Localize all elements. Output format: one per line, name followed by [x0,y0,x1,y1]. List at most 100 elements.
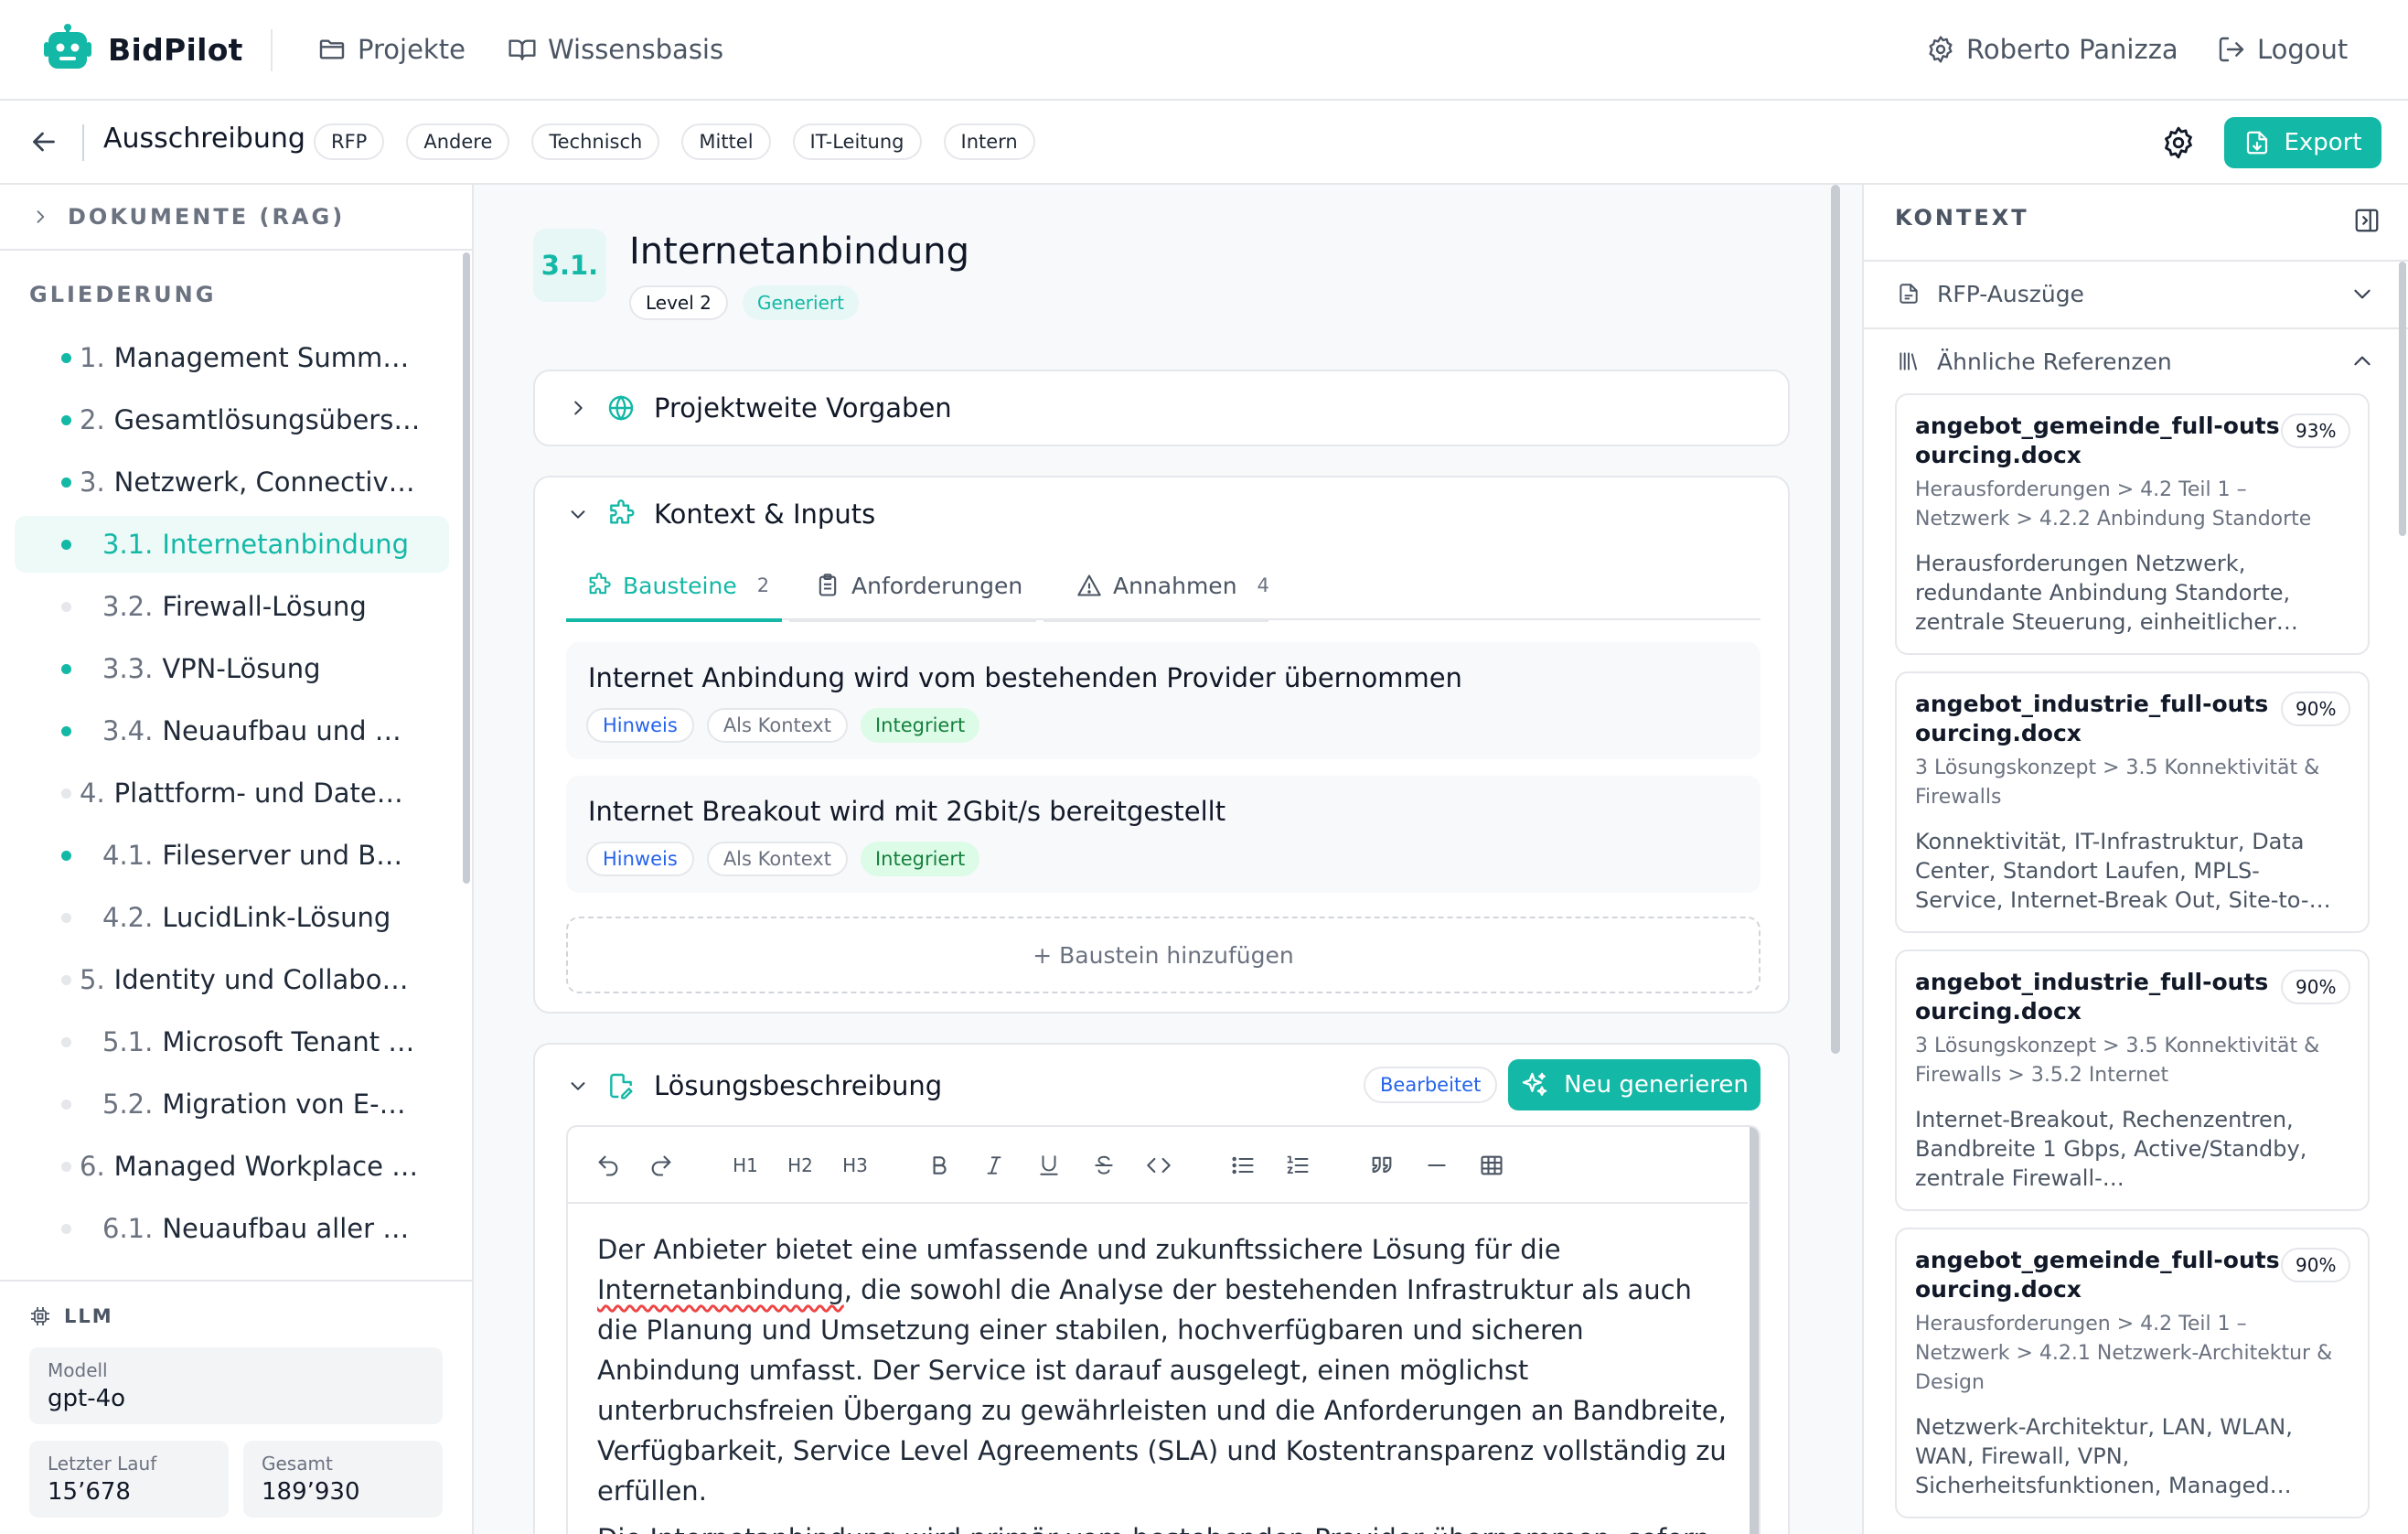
reference-card[interactable]: angebot_industrie_full-outsourcing.docx … [1895,671,2370,933]
heading-1-button[interactable]: H1 [729,1149,762,1182]
integrated-tag[interactable]: Integriert [860,708,980,743]
clipboard-icon [815,573,840,598]
outline-item[interactable]: 3.4. Neuaufbau und … [15,703,449,759]
sidebar-scrollbar[interactable] [463,252,470,884]
top-navigation-bar: BidPilot Projekte Wissensbasis Roberto P… [0,0,2408,101]
editor-scrollbar[interactable] [1750,1127,1759,1534]
outline-title: Fileserver und B… [162,840,403,871]
outline-item[interactable]: 4.2. LucidLink-Lösung [15,889,449,946]
outline-item[interactable]: 6.1. Neuaufbau aller … [15,1200,449,1257]
logout-link[interactable]: Logout [2217,27,2348,71]
export-button[interactable]: Export [2224,117,2381,168]
reference-snippet: Netzwerk-Architektur, LAN, WLAN, WAN, Fi… [1915,1414,2293,1498]
table-icon[interactable] [1475,1149,1508,1182]
strikethrough-icon[interactable] [1087,1149,1120,1182]
underline-icon[interactable] [1033,1149,1065,1182]
italic-icon[interactable] [978,1149,1011,1182]
similar-references-accordion[interactable]: Ähnliche Referenzen [1864,327,2408,393]
tab-bausteine[interactable]: Bausteine 2 [586,551,769,620]
outline-item[interactable]: 3.2. Firewall-Lösung [15,578,449,635]
section-number: 3.1. [533,229,606,302]
nav-projekte[interactable]: Projekte [317,27,466,71]
editor-content[interactable]: Der Anbieter bietet eine umfassende und … [597,1229,1731,1534]
project-defaults-header[interactable]: Projektweite Vorgaben [568,371,952,445]
edited-badge: Bearbeitet [1364,1067,1498,1103]
user-name: Roberto Panizza [1966,34,2178,65]
context-scrollbar[interactable] [2399,262,2406,536]
status-dot [61,477,71,488]
settings-gear-icon[interactable] [2161,125,2196,160]
nav-wissensbasis[interactable]: Wissensbasis [508,27,723,71]
heading-3-button[interactable]: H3 [839,1149,872,1182]
outline-item[interactable]: 2. Gesamtlösungsübers… [15,392,449,448]
reference-filename: angebot_industrie_full-outsourcing.docx [1915,691,2269,746]
solution-description-header[interactable]: Lösungsbeschreibung [568,1045,942,1127]
model-field: Modell gpt-4o [29,1347,443,1424]
bullet-list-icon[interactable] [1226,1149,1259,1182]
outline-item[interactable]: 4. Plattform- und Date… [15,765,449,821]
chevron-down-icon [2350,282,2374,306]
outline-item[interactable]: 5. Identity und Collabo… [15,951,449,1008]
last-run-field: Letzter Lauf 15’678 [29,1441,229,1518]
hint-tag[interactable]: Hinweis [586,842,694,876]
tab-anforderungen[interactable]: Anforderungen [815,551,1022,620]
rich-text-editor[interactable]: H1 H2 H3 Der Anbieter bietet eine umfass… [566,1125,1761,1534]
as-context-tag[interactable]: Als Kontext [706,842,848,876]
outline-number: 3. [80,467,105,498]
outline-item[interactable]: 4.1. Fileserver und B… [15,827,449,884]
outline-title: Gesamtlösungsübers… [113,404,421,435]
heading-2-button[interactable]: H2 [784,1149,817,1182]
context-inputs-header[interactable]: Kontext & Inputs [568,477,875,551]
reference-filename: angebot_gemeinde_full-outsourcing.docx [1915,413,2280,468]
main-scrollbar[interactable] [1831,185,1840,1054]
nav-label: Wissensbasis [548,34,724,65]
quote-icon[interactable] [1365,1149,1398,1182]
book-icon [508,35,537,64]
regenerate-button[interactable]: Neu generieren [1508,1059,1761,1110]
numbered-list-icon[interactable] [1281,1149,1314,1182]
outline-item[interactable]: 5.1. Microsoft Tenant … [15,1014,449,1070]
similarity-score: 90% [2281,970,2351,1004]
status-dot [61,353,71,363]
hint-tag[interactable]: Hinweis [586,708,694,743]
context-heading: KONTEXT [1895,205,2029,231]
undo-icon[interactable] [592,1149,625,1182]
paragraph: Die Internetanbindung wird primär vom be… [597,1518,1731,1534]
project-defaults-card[interactable]: Projektweite Vorgaben [533,370,1790,446]
reference-card[interactable]: angebot_industrie_full-outsourcing.docx … [1895,949,2370,1211]
outline-item[interactable]: 1. Management Summ… [15,329,449,386]
brand[interactable]: BidPilot [42,20,243,79]
user-menu[interactable]: Roberto Panizza [1926,27,2178,71]
file-download-icon [2243,129,2271,156]
outline-item-active[interactable]: 3.1. Internetanbindung [15,516,449,573]
add-baustein-button[interactable]: + Baustein hinzufügen [566,917,1761,993]
outline-number: 6. [80,1151,105,1182]
tag-it-leitung: IT-Leitung [792,123,922,160]
llm-heading: LLM [29,1305,113,1327]
outline-item[interactable]: 6. Managed Workplace … [15,1138,449,1195]
reference-card[interactable]: angebot_gemeinde_full-outsourcing.docx 9… [1895,1228,2370,1518]
outline-item[interactable]: 3. Netzwerk, Connectiv… [15,454,449,510]
code-icon[interactable] [1142,1149,1175,1182]
context-panel: KONTEXT RFP-Auszüge Ähnliche Referenzen … [1862,185,2408,1534]
panel-collapse-icon[interactable] [2353,207,2381,234]
reference-card[interactable]: angebot_gemeinde_full-outsourcing.docx 9… [1895,393,2370,655]
as-context-tag[interactable]: Als Kontext [706,708,848,743]
baustein-item[interactable]: Internet Anbindung wird vom bestehenden … [566,642,1761,759]
redo-icon[interactable] [645,1149,678,1182]
integrated-tag[interactable]: Integriert [860,842,980,876]
horizontal-rule-icon[interactable] [1420,1149,1453,1182]
rfp-excerpts-accordion[interactable]: RFP-Auszüge [1864,260,2408,326]
tab-annahmen[interactable]: Annahmen 4 [1076,551,1269,620]
reference-snippet: Internet-Breakout, Rechenzentren, Bandbr… [1915,1107,2307,1191]
back-arrow-icon[interactable] [27,125,60,158]
outline-item[interactable]: 3.3. VPN-Lösung [15,640,449,697]
documents-rag-toggle[interactable]: DOKUMENTE (RAG) [0,185,472,251]
document-tags: RFP Andere Technisch Mittel IT-Leitung I… [314,123,1035,160]
status-dot [61,1037,71,1047]
baustein-item[interactable]: Internet Breakout wird mit 2Gbit/s berei… [566,776,1761,893]
outline-number: 3.3. [102,653,154,684]
bold-icon[interactable] [923,1149,956,1182]
outline-item[interactable]: 5.2. Migration von E-… [15,1076,449,1132]
outline-number: 2. [80,404,105,435]
